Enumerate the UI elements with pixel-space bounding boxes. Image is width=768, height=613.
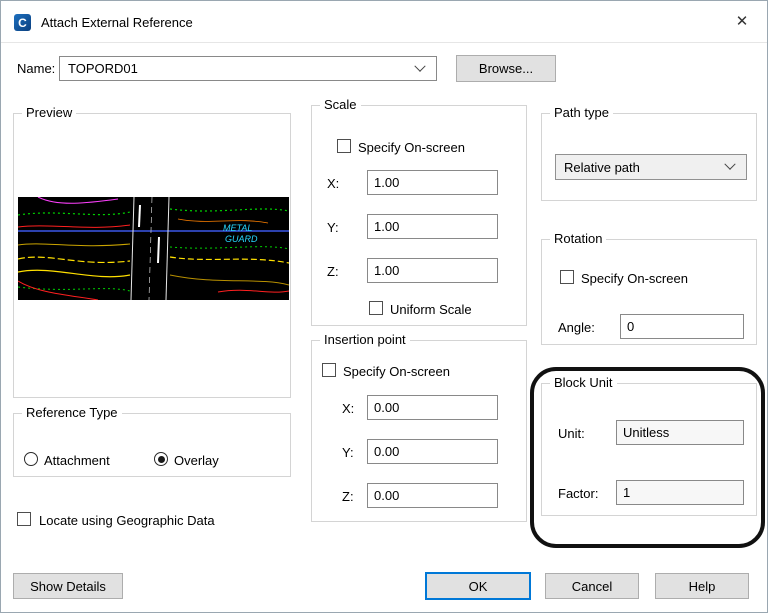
scale-group-label: Scale: [320, 97, 361, 112]
rotation-specify-onscreen-label[interactable]: Specify On-screen: [581, 271, 688, 286]
insertion-specify-onscreen-label[interactable]: Specify On-screen: [343, 364, 450, 379]
factor-value-field: [616, 480, 744, 505]
overlay-radio-label[interactable]: Overlay: [174, 453, 219, 468]
insertion-x-label: X:: [342, 401, 355, 416]
path-type-dropdown-value: Relative path: [564, 159, 640, 175]
cancel-button[interactable]: Cancel: [545, 573, 639, 599]
insertion-point-group: Insertion point Specify On-screen X: Y: …: [311, 332, 527, 522]
insertion-z-label: Z:: [342, 489, 354, 504]
geographic-data-label[interactable]: Locate using Geographic Data: [39, 513, 215, 528]
reference-type-group: Reference Type Attachment Overlay: [13, 405, 291, 477]
geographic-data-checkbox[interactable]: [17, 512, 31, 526]
block-unit-group: Block Unit Unit: Factor:: [541, 375, 757, 516]
insertion-point-group-label: Insertion point: [320, 332, 410, 347]
path-type-group: Path type Relative path: [541, 105, 757, 201]
preview-text-metal: METAL: [223, 223, 252, 233]
attachment-radio[interactable]: [24, 452, 38, 466]
scale-z-label: Z:: [327, 264, 339, 279]
path-type-dropdown[interactable]: Relative path: [555, 154, 747, 180]
unit-value-field: [616, 420, 744, 445]
rotation-specify-onscreen-checkbox[interactable]: [560, 270, 574, 284]
preview-group: Preview METAL GUARD: [13, 105, 291, 398]
overlay-radio[interactable]: [154, 452, 168, 466]
preview-text-guard: GUARD: [225, 234, 258, 244]
insertion-specify-onscreen-checkbox[interactable]: [322, 363, 336, 377]
scale-z-input[interactable]: [367, 258, 498, 283]
preview-image: METAL GUARD: [17, 196, 290, 301]
reference-type-group-label: Reference Type: [22, 405, 122, 420]
scale-x-label: X:: [327, 176, 340, 191]
dialog-title: Attach External Reference: [41, 15, 193, 30]
close-icon[interactable]: ✕: [731, 12, 753, 32]
chevron-down-icon[interactable]: [414, 60, 426, 72]
show-details-button[interactable]: Show Details: [13, 573, 123, 599]
path-type-group-label: Path type: [550, 105, 613, 120]
scale-y-input[interactable]: [367, 214, 498, 239]
insertion-z-input[interactable]: [367, 483, 498, 508]
scale-y-label: Y:: [327, 220, 339, 235]
titlebar: C Attach External Reference ✕: [1, 1, 767, 43]
name-combobox[interactable]: TOPORD01: [59, 56, 437, 81]
insertion-y-input[interactable]: [367, 439, 498, 464]
factor-label: Factor:: [558, 486, 599, 501]
app-icon: C: [14, 14, 31, 31]
preview-group-label: Preview: [22, 105, 77, 120]
help-button[interactable]: Help: [655, 573, 749, 599]
chevron-down-icon[interactable]: [724, 158, 736, 170]
uniform-scale-label[interactable]: Uniform Scale: [390, 302, 472, 317]
rotation-group-label: Rotation: [550, 231, 607, 246]
scale-x-input[interactable]: [367, 170, 498, 195]
uniform-scale-checkbox[interactable]: [369, 301, 383, 315]
browse-button[interactable]: Browse...: [456, 55, 556, 82]
attachment-radio-label[interactable]: Attachment: [44, 453, 110, 468]
insertion-x-input[interactable]: [367, 395, 498, 420]
insertion-y-label: Y:: [342, 445, 354, 460]
scale-specify-onscreen-label[interactable]: Specify On-screen: [358, 140, 465, 155]
rotation-group: Rotation Specify On-screen Angle:: [541, 231, 757, 345]
name-combobox-value: TOPORD01: [68, 61, 138, 76]
block-unit-group-label: Block Unit: [550, 375, 617, 390]
scale-specify-onscreen-checkbox[interactable]: [337, 139, 351, 153]
angle-label: Angle:: [558, 320, 595, 335]
attach-external-reference-dialog: C Attach External Reference ✕ Name: TOPO…: [0, 0, 768, 613]
scale-group: Scale Specify On-screen X: Y: Z: Uniform…: [311, 97, 527, 326]
ok-button[interactable]: OK: [425, 572, 531, 600]
name-label: Name:: [17, 61, 56, 76]
angle-input[interactable]: [620, 314, 744, 339]
unit-label: Unit:: [558, 426, 585, 441]
